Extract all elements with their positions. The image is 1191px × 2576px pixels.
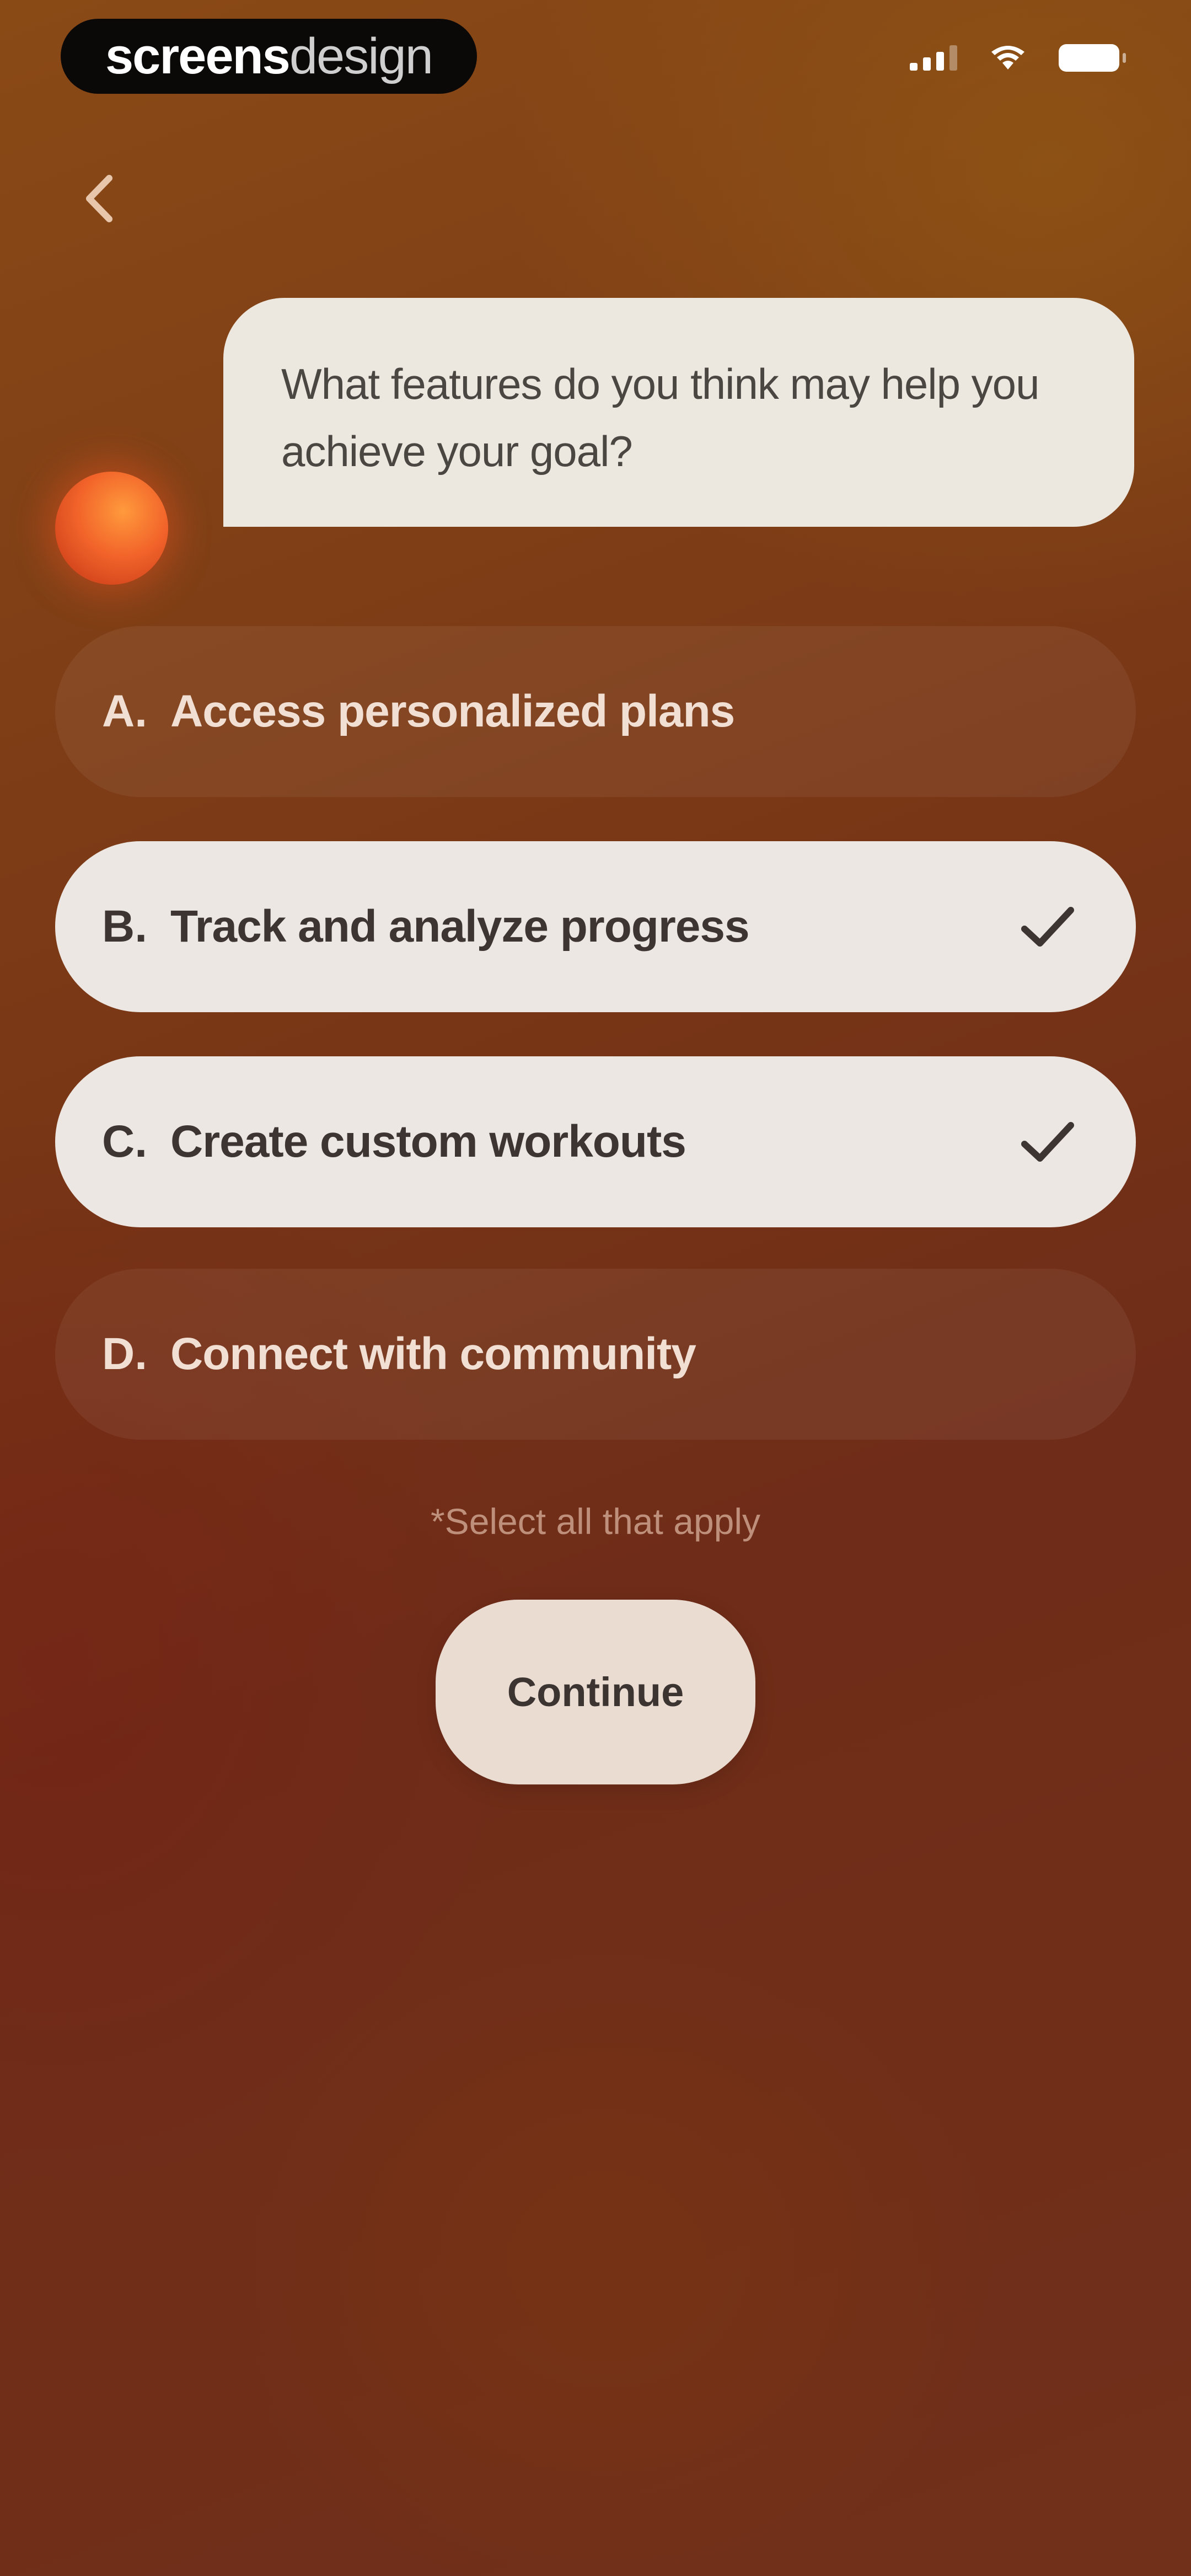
option-letter: C. xyxy=(102,1116,147,1167)
option-d-button[interactable]: D. Connect with community xyxy=(55,1269,1136,1440)
option-label: Create custom workouts xyxy=(170,1116,686,1167)
option-a-button[interactable]: A. Access personalized plans xyxy=(55,626,1136,797)
chevron-left-icon[interactable] xyxy=(77,168,121,229)
assistant-avatar-orb xyxy=(55,472,168,585)
question-bubble: What features do you think may help you … xyxy=(223,298,1134,527)
cellular-signal-icon xyxy=(910,45,957,71)
option-b-button[interactable]: B. Track and analyze progress xyxy=(55,841,1136,1012)
question-text: What features do you think may help you … xyxy=(281,360,1039,475)
option-letter: D. xyxy=(102,1329,147,1379)
battery-icon xyxy=(1059,44,1126,72)
checkmark-icon xyxy=(1021,907,1074,947)
option-label: Track and analyze progress xyxy=(170,901,750,952)
option-label: Access personalized plans xyxy=(170,686,735,736)
select-all-hint: *Select all that apply xyxy=(430,1501,761,1542)
wifi-icon xyxy=(991,46,1024,70)
option-label: Connect with community xyxy=(170,1329,696,1379)
logo-text-design: design xyxy=(289,28,433,84)
option-letter: A. xyxy=(102,686,147,736)
option-c-button[interactable]: C. Create custom workouts xyxy=(55,1056,1136,1227)
logo-text-screens: screens xyxy=(105,28,291,84)
status-icons xyxy=(910,44,1126,72)
option-letter: B. xyxy=(102,901,147,952)
checkmark-icon xyxy=(1021,1122,1074,1162)
continue-button[interactable]: Continue xyxy=(436,1600,755,1784)
screensdesign-logo: screens design xyxy=(61,19,477,94)
